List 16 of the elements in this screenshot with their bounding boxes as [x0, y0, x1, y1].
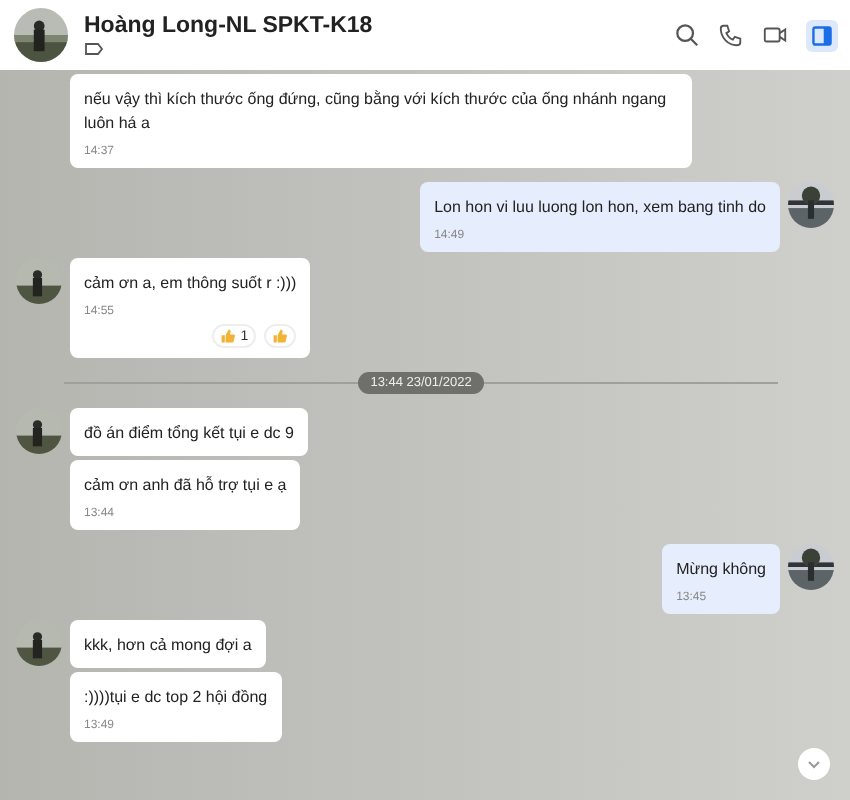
- thumbs-up-icon: [220, 328, 237, 344]
- message-text: nếu vậy thì kích thước ống đứng, cũng bằng với kích thước của ống nhánh ngang luôn há a: [84, 88, 669, 136]
- phone-icon[interactable]: [718, 22, 744, 48]
- video-call-icon[interactable]: [762, 22, 788, 48]
- message-text: Mừng không: [676, 558, 766, 582]
- side-panel-button[interactable]: [806, 19, 838, 51]
- search-icon[interactable]: [674, 22, 700, 48]
- message-text: kkk, hơn cả mong đợi a: [84, 634, 252, 658]
- contact-name: Hoàng Long-NL SPKT-K18: [84, 14, 375, 38]
- message-text: :))))tụi e dc top 2 hội đồng: [84, 686, 268, 710]
- message-text: cảm ơn a, em thông suốt r :))): [84, 272, 297, 296]
- tag-icon[interactable]: [84, 42, 104, 56]
- message-text: đồ án điểm tổng kết tụi e dc 9: [84, 422, 294, 446]
- thumbs-up-icon: [272, 328, 289, 344]
- message-text: Lon hon vi luu luong lon hon, xem bang tinh do: [434, 196, 766, 220]
- message-text: cảm ơn anh đã hỗ trợ tụi e ạ: [84, 474, 287, 498]
